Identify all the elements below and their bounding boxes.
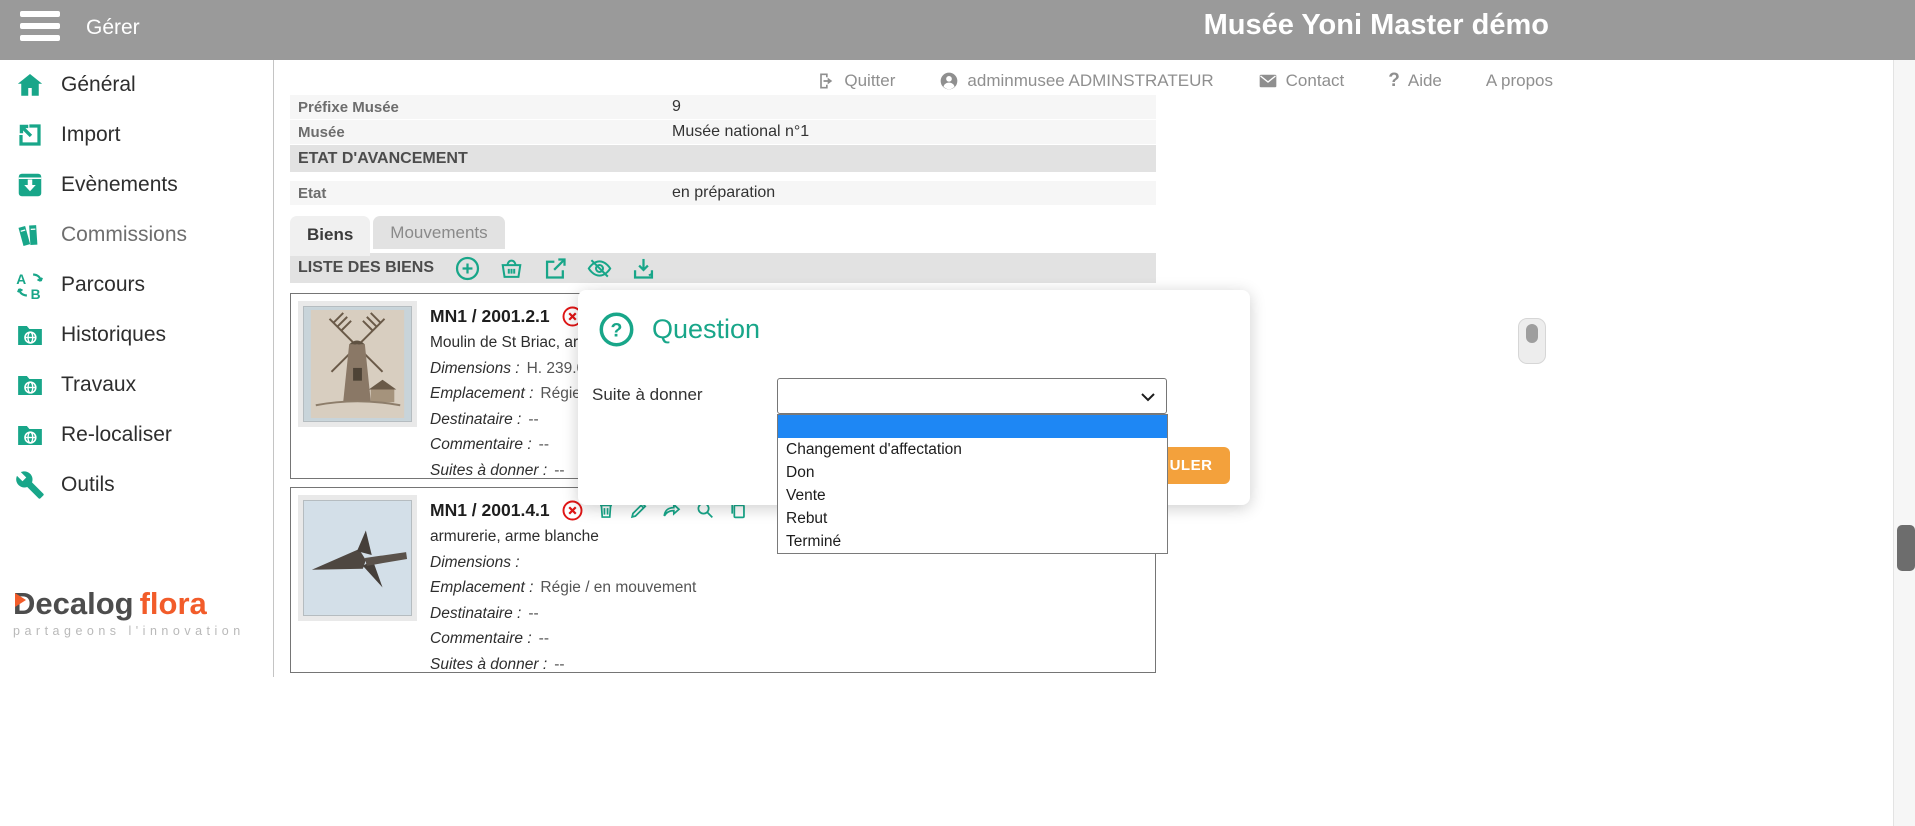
bien-code: MN1 / 2001.4.1: [430, 500, 550, 521]
logo-brand: Decalog: [13, 586, 134, 621]
envelope-icon: [1258, 71, 1278, 91]
scroll-indicator-thumb: [1526, 324, 1538, 343]
option-empty[interactable]: [778, 415, 1167, 438]
prefixe-musee-label: Préfixe Musée: [290, 99, 672, 116]
sidebar-item-evenements[interactable]: Evènements: [0, 160, 273, 210]
field-row-prefixe: Préfixe Musée 9: [290, 95, 1156, 119]
musee-label: Musée: [290, 124, 672, 141]
app-title: Musée Yoni Master démo: [1204, 9, 1549, 42]
suite-a-donner-select[interactable]: [777, 378, 1167, 414]
books-icon: [15, 220, 45, 250]
current-user[interactable]: adminmusee ADMINSTRATEUR: [939, 71, 1213, 91]
contact-link[interactable]: Contact: [1258, 71, 1345, 91]
folder-globe-icon: [15, 420, 45, 450]
etat-value: en préparation: [672, 184, 775, 202]
section-etat-avancement: ETAT D'AVANCEMENT: [290, 145, 1156, 172]
sidebar-item-import[interactable]: Import: [0, 110, 273, 160]
hamburger-menu-icon[interactable]: [20, 11, 60, 43]
option-termine[interactable]: Terminé: [778, 530, 1167, 553]
sidebar-item-commissions[interactable]: Commissions: [0, 210, 273, 260]
etat-label: Etat: [290, 185, 672, 202]
home-icon: [15, 70, 45, 100]
vertical-scrollbar-track: [1893, 60, 1915, 826]
field-row-musee: Musée Musée national n°1: [290, 120, 1156, 144]
chevron-down-icon: [1141, 393, 1155, 402]
quit-link[interactable]: Quitter: [816, 71, 895, 91]
liste-des-biens-title: LISTE DES BIENS: [298, 259, 434, 277]
tab-mouvements[interactable]: Mouvements: [373, 216, 504, 249]
sidebar-item-historiques[interactable]: Historiques: [0, 310, 273, 360]
vertical-scrollbar-thumb[interactable]: [1897, 525, 1915, 571]
question-circle-icon: ?: [598, 311, 635, 348]
tabs-bar: Biens Mouvements: [290, 216, 1156, 249]
prefixe-musee-value: 9: [672, 98, 681, 116]
suite-a-donner-label: Suite à donner: [592, 385, 703, 405]
sidebar-item-travaux[interactable]: Travaux: [0, 360, 273, 410]
tab-biens[interactable]: Biens: [290, 216, 370, 256]
folder-globe-icon: [15, 370, 45, 400]
topbar: Gérer Musée Yoni Master démo: [0, 0, 1915, 60]
option-don[interactable]: Don: [778, 461, 1167, 484]
user-links-bar: Quitter adminmusee ADMINSTRATEUR Contact…: [274, 64, 1915, 98]
floating-scroll-indicator[interactable]: [1518, 318, 1546, 364]
bien-thumbnail-spear[interactable]: [298, 495, 417, 621]
about-link[interactable]: A propos: [1486, 71, 1553, 91]
suite-a-donner-options: Changement d'affectation Don Vente Rebut…: [777, 414, 1168, 554]
sidebar-item-parcours[interactable]: AB Parcours: [0, 260, 273, 310]
ab-swap-icon: AB: [15, 270, 45, 300]
sidebar-item-relocaliser[interactable]: Re-localiser: [0, 410, 273, 460]
svg-text:B: B: [31, 287, 41, 300]
option-vente[interactable]: Vente: [778, 484, 1167, 507]
external-link-icon[interactable]: [542, 255, 569, 282]
bien-description: armurerie, arme blanche: [430, 524, 749, 550]
option-changement-affectation[interactable]: Changement d'affectation: [778, 438, 1167, 461]
folder-globe-icon: [15, 320, 45, 350]
musee-value: Musée national n°1: [672, 123, 809, 141]
sidebar-item-general[interactable]: Général: [0, 60, 273, 110]
download-tray-icon[interactable]: [630, 255, 657, 282]
svg-text:?: ?: [611, 320, 623, 342]
user-icon: [939, 71, 959, 91]
question-mark-icon: ?: [1388, 70, 1400, 92]
svg-text:A: A: [16, 272, 26, 287]
liste-des-biens-bar: LISTE DES BIENS: [290, 253, 1156, 283]
logout-icon: [816, 71, 836, 91]
sidebar-item-outils[interactable]: Outils: [0, 460, 273, 510]
add-item-icon[interactable]: [454, 255, 481, 282]
archive-box-icon: [15, 170, 45, 200]
wrench-icon: [15, 470, 45, 500]
topbar-section-label: Gérer: [86, 16, 140, 40]
logo-tagline: partageons l'innovation: [13, 624, 253, 638]
sidebar: Général Import Evènements Commissions AB…: [0, 60, 274, 677]
field-row-etat: Etat en préparation: [290, 181, 1156, 205]
option-rebut[interactable]: Rebut: [778, 507, 1167, 530]
import-icon: [15, 120, 45, 150]
basket-icon[interactable]: [498, 255, 525, 282]
logo-product: flora: [140, 586, 207, 621]
decalog-flora-logo: Decalogflora partageons l'innovation: [13, 586, 253, 638]
dialog-title: Question: [652, 314, 760, 345]
eye-off-icon[interactable]: [586, 255, 613, 282]
bien-code: MN1 / 2001.2.1: [430, 306, 550, 327]
bien-thumbnail-windmill[interactable]: [298, 301, 417, 427]
help-link[interactable]: ? Aide: [1388, 70, 1442, 92]
